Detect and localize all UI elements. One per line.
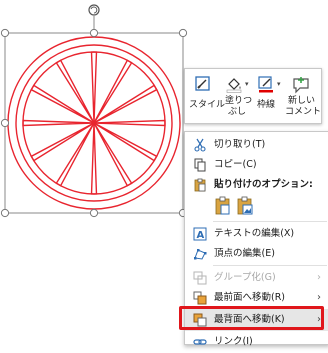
- wheel-spoke: [90, 51, 98, 124]
- menu-item-link[interactable]: リンク(I): [185, 331, 328, 353]
- handle-bottom-middle: [89, 208, 99, 218]
- menu-item-paste-options: 貼り付けのオプション:: [185, 174, 328, 196]
- handle-top-middle: [89, 28, 99, 38]
- menu-item-group[interactable]: グループ化(G) ›: [185, 267, 328, 289]
- highlight-frame: [179, 306, 324, 330]
- menu-label-cut: 切り取り(T): [214, 139, 266, 150]
- copy-icon: [194, 158, 206, 172]
- menu-label-link: リンク(I): [214, 336, 253, 347]
- wheel-spoke: [22, 119, 95, 127]
- submenu-arrow-icon: ›: [317, 292, 321, 303]
- scissors-icon: [194, 138, 206, 152]
- menu-item-cut[interactable]: 切り取り(T): [185, 134, 328, 156]
- fill-label-1: 塗りつ: [225, 96, 253, 106]
- fill-label-2: ぶし: [228, 107, 247, 117]
- wheel-spoke: [90, 122, 98, 195]
- wheel-shape[interactable]: [7, 36, 181, 210]
- edit-text-icon: A: [193, 227, 207, 241]
- menu-label-edit-text: テキストの編集(X): [214, 228, 295, 239]
- wheel-spoke: [93, 119, 166, 127]
- svg-text:A: A: [197, 230, 205, 241]
- paste-keep-formatting-icon: [215, 196, 230, 215]
- new-comment-icon: [293, 77, 309, 94]
- fill-button[interactable]: ▾ 塗りつ ぶし: [221, 69, 253, 123]
- menu-separator: [213, 221, 327, 222]
- outline-dropdown-icon[interactable]: ▾: [277, 80, 281, 88]
- new-comment-label-1: 新しい: [288, 96, 316, 106]
- menu-label-bring-to-front: 最前面へ移動(R): [214, 292, 286, 303]
- paste-option-keep-source[interactable]: [213, 196, 233, 216]
- outline-button[interactable]: ▾ 枠線: [253, 69, 285, 123]
- clipboard-icon: [194, 178, 206, 192]
- menu-item-edit-text[interactable]: A テキストの編集(X): [185, 223, 328, 245]
- group-icon: [193, 271, 207, 285]
- handle-top-right: [178, 28, 188, 38]
- style-icon: [195, 76, 210, 91]
- style-label: スタイル: [189, 100, 226, 110]
- style-button[interactable]: スタイル: [187, 69, 225, 123]
- handle-bottom-left: [0, 208, 10, 218]
- fill-dropdown-icon[interactable]: ▾: [245, 80, 249, 88]
- handle-top-left: [0, 28, 10, 38]
- new-comment-button[interactable]: 新しい コメント: [285, 69, 322, 123]
- submenu-arrow-icon: ›: [317, 272, 321, 283]
- paste-picture-icon: [237, 196, 253, 215]
- link-icon: [193, 339, 207, 345]
- pen-icon: [258, 76, 273, 93]
- rotation-handle[interactable]: [88, 4, 100, 33]
- menu-separator: [213, 265, 327, 266]
- menu-item-copy[interactable]: コピー(C): [185, 154, 328, 176]
- menu-label-edit-points: 頂点の編集(E): [214, 248, 275, 259]
- paste-option-picture[interactable]: [235, 196, 255, 216]
- paint-bucket-icon: [226, 78, 242, 93]
- outline-label: 枠線: [257, 100, 276, 110]
- handle-middle-left: [0, 118, 10, 128]
- menu-label-paste-options: 貼り付けのオプション:: [214, 179, 313, 190]
- bring-to-front-icon: [193, 291, 207, 305]
- menu-item-edit-points[interactable]: 頂点の編集(E): [185, 243, 328, 265]
- new-comment-label-2: コメント: [285, 107, 322, 117]
- mini-toolbar: スタイル ▾ 塗りつ ぶし ▾ 枠線 新しい コメント: [184, 68, 322, 124]
- menu-label-copy: コピー(C): [214, 159, 257, 170]
- menu-label-group: グループ化(G): [214, 272, 276, 283]
- edit-points-icon: [194, 249, 207, 260]
